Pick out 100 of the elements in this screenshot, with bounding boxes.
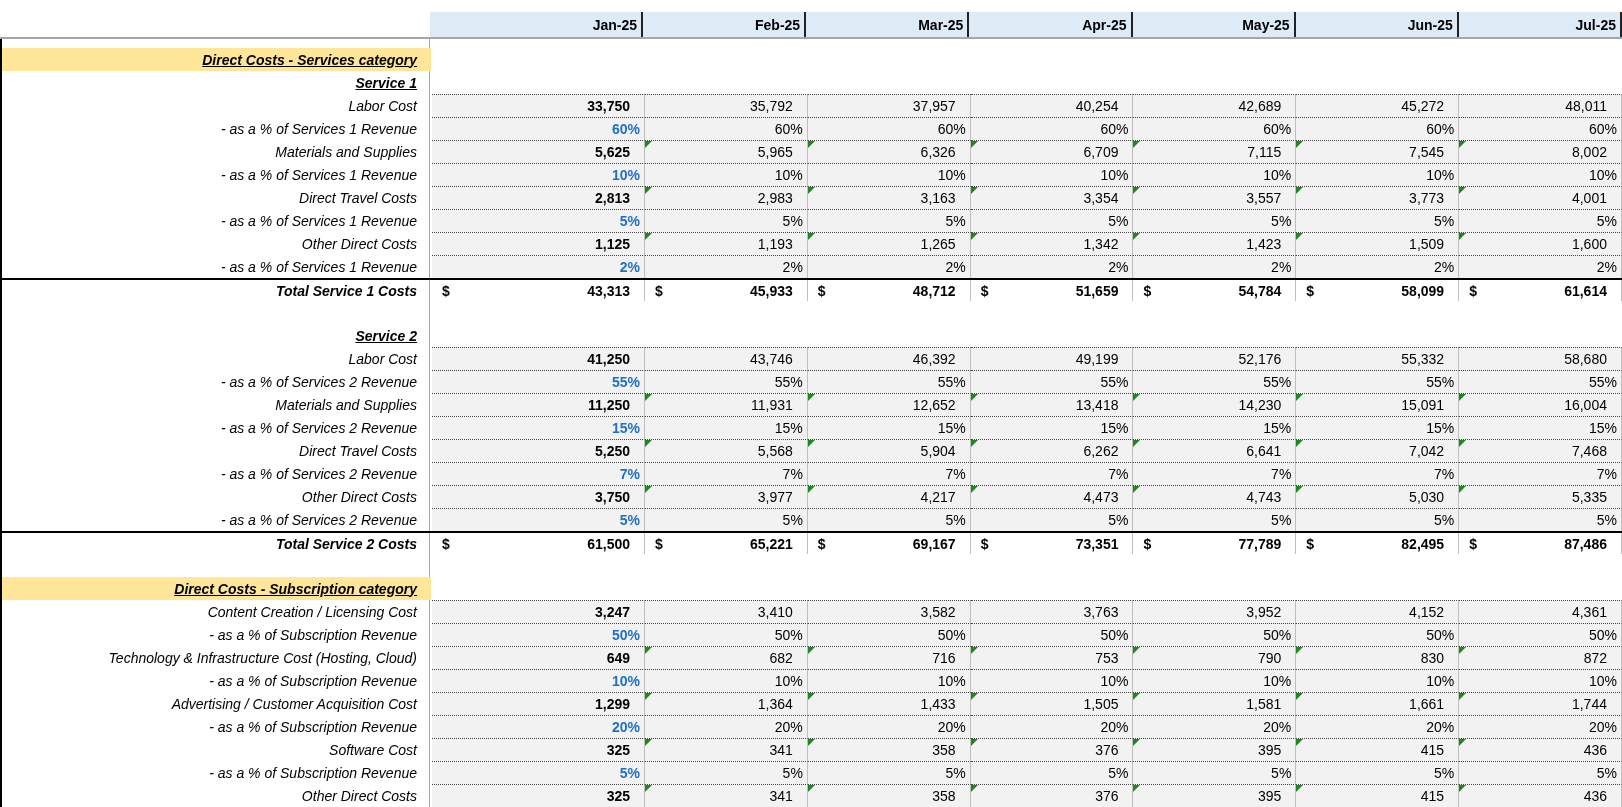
table-cell: 7% xyxy=(1459,462,1622,485)
row-label: Labor Cost xyxy=(347,349,419,369)
table-cell: 16,004 xyxy=(1459,393,1622,416)
table-cell: 40,254 xyxy=(970,94,1134,117)
table-cell: 60% xyxy=(807,117,971,140)
table-cell: 649 xyxy=(432,646,645,669)
table-cell: 325 xyxy=(432,738,645,761)
table-cell: 5% xyxy=(1133,209,1297,232)
currency-symbol: $ xyxy=(817,282,826,299)
table-cell: 35,792 xyxy=(645,94,808,117)
table-cell: 11,931 xyxy=(645,393,808,416)
table-cell: 7,545 xyxy=(1296,140,1460,163)
table-cell: 10% xyxy=(1296,669,1460,692)
row-label: - as a % of Services 1 Revenue xyxy=(219,257,418,277)
table-cell: 1,423 xyxy=(1133,232,1297,255)
table-cell: 55% xyxy=(1133,370,1297,393)
row-label: Direct Travel Costs xyxy=(298,441,418,461)
table-cell: 2% xyxy=(645,255,808,278)
table-cell: 10% xyxy=(1133,163,1297,186)
currency-symbol: $ xyxy=(980,282,989,299)
table-cell: 5,965 xyxy=(645,140,808,163)
table-cell: 10% xyxy=(432,669,645,692)
table-cell: 7% xyxy=(1296,462,1460,485)
table-cell: 6,709 xyxy=(970,140,1134,163)
table-cell: 5% xyxy=(970,508,1134,531)
table-cell: 60% xyxy=(432,117,645,140)
table-cell: 12,652 xyxy=(807,393,971,416)
table-cell: 5% xyxy=(807,761,971,784)
table-cell: 5% xyxy=(645,508,808,531)
row-label: Technology & Infrastructure Cost (Hosting, Cloud) xyxy=(107,648,418,668)
row-label: Advertising / Customer Acquisition Cost xyxy=(170,694,419,714)
table-cell: 5% xyxy=(1133,508,1297,531)
table-cell: 358 xyxy=(807,784,971,807)
table-cell: 15% xyxy=(645,416,808,439)
table-cell: 2% xyxy=(970,255,1134,278)
table-cell: 5% xyxy=(970,761,1134,784)
group-heading: Service 1 xyxy=(354,73,418,93)
table-cell: $ 43,313 xyxy=(432,280,645,301)
table-cell: 376 xyxy=(970,784,1134,807)
currency-symbol: $ xyxy=(1306,282,1315,299)
table-cell: 716 xyxy=(807,646,971,669)
table-cell: $ 61,500 xyxy=(432,533,645,554)
table-cell: $ 87,486 xyxy=(1459,533,1622,554)
column-header: Jul-25 xyxy=(1458,12,1622,37)
table-cell: 5% xyxy=(807,508,971,531)
row-label: - as a % of Services 2 Revenue xyxy=(219,372,418,392)
table-cell: 60% xyxy=(1133,117,1297,140)
table-cell: 55% xyxy=(432,370,645,393)
currency-symbol: $ xyxy=(1143,535,1152,552)
table-cell: 3,410 xyxy=(645,600,808,623)
table-cell: 5% xyxy=(1459,508,1622,531)
table-cell: 7% xyxy=(432,462,645,485)
table-cell: 5% xyxy=(970,209,1134,232)
table-cell: 5% xyxy=(432,761,645,784)
table-cell: 13,418 xyxy=(970,393,1134,416)
currency-symbol: $ xyxy=(1469,535,1477,552)
table-cell: 4,001 xyxy=(1459,186,1622,209)
row-label: - as a % of Services 2 Revenue xyxy=(219,418,418,438)
table-cell: 3,750 xyxy=(432,485,645,508)
table-cell: 50% xyxy=(1296,623,1460,646)
column-header: Feb-25 xyxy=(643,12,807,37)
table-cell: 5% xyxy=(1296,209,1460,232)
table-cell: 15% xyxy=(807,416,971,439)
row-label: Other Direct Costs xyxy=(300,487,418,507)
row-label: - as a % of Services 2 Revenue xyxy=(219,464,418,484)
table-cell: 15% xyxy=(970,416,1134,439)
table-cell: 33,750 xyxy=(432,94,645,117)
table-cell: 43,746 xyxy=(645,347,808,370)
table-cell: 20% xyxy=(807,715,971,738)
table-cell: 3,354 xyxy=(970,186,1134,209)
table-cell: 2% xyxy=(1459,255,1622,278)
table-cell: 325 xyxy=(432,784,645,807)
table-cell: 3,763 xyxy=(970,600,1134,623)
table-cell: 4,473 xyxy=(970,485,1134,508)
table-cell: 1,364 xyxy=(645,692,808,715)
table-cell: 2,813 xyxy=(432,186,645,209)
table-cell: 830 xyxy=(1296,646,1460,669)
column-header: May-25 xyxy=(1132,12,1296,37)
table-cell: 7% xyxy=(970,462,1134,485)
table-cell: 55% xyxy=(807,370,971,393)
table-cell: 6,641 xyxy=(1133,439,1297,462)
table-cell: 4,361 xyxy=(1459,600,1622,623)
table-cell: 415 xyxy=(1296,738,1460,761)
row-label: Total Service 2 Costs xyxy=(274,534,418,554)
row-label: Other Direct Costs xyxy=(300,234,418,254)
table-cell: 5% xyxy=(1296,508,1460,531)
table-cell: 42,689 xyxy=(1133,94,1297,117)
row-label: - as a % of Services 1 Revenue xyxy=(219,165,418,185)
table-cell: 50% xyxy=(970,623,1134,646)
table-cell: 341 xyxy=(645,738,808,761)
table-cell: 1,600 xyxy=(1459,232,1622,255)
row-label: - as a % of Services 1 Revenue xyxy=(219,211,418,231)
table-cell: $ 73,351 xyxy=(970,533,1134,554)
table-cell: 6,262 xyxy=(970,439,1134,462)
table-cell: 3,582 xyxy=(807,600,971,623)
table-cell: 49,199 xyxy=(970,347,1134,370)
table-cell: 5% xyxy=(807,209,971,232)
table-cell: 50% xyxy=(1133,623,1297,646)
table-cell: 358 xyxy=(807,738,971,761)
currency-symbol: $ xyxy=(817,535,826,552)
